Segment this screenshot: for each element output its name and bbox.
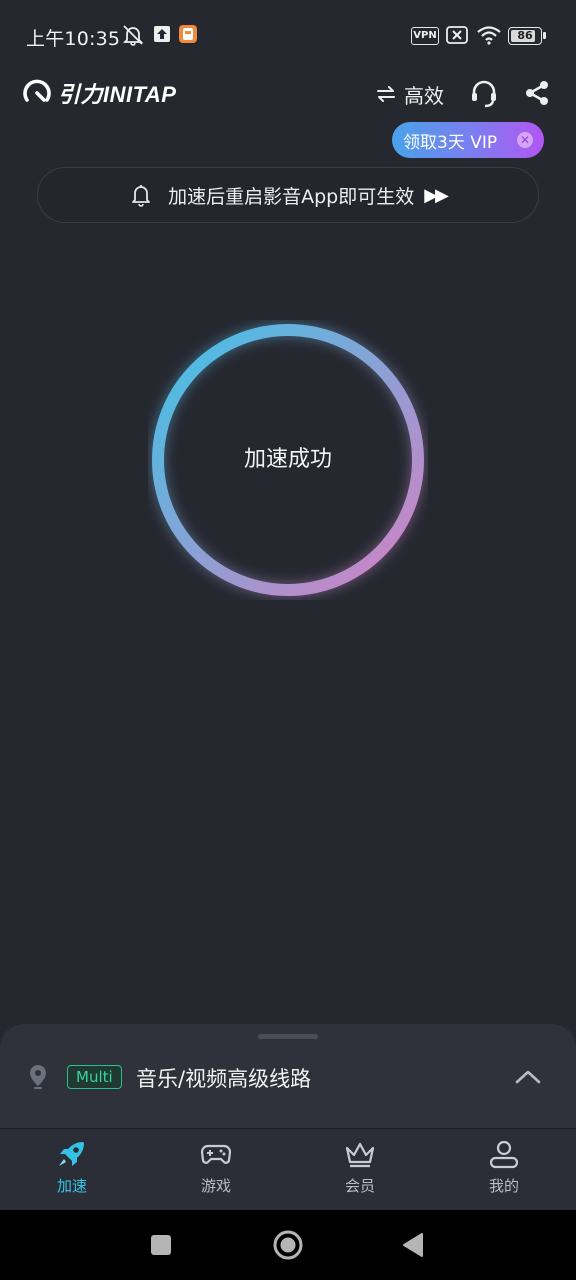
nav-item-games[interactable]: 游戏 bbox=[166, 1137, 266, 1207]
headset-icon bbox=[472, 80, 496, 108]
sheet-handle[interactable] bbox=[258, 1034, 318, 1039]
status-bar: 上午10:35 VPN 86 bbox=[0, 0, 576, 70]
home-circle-icon[interactable] bbox=[272, 1229, 304, 1265]
battery-tip bbox=[543, 32, 546, 39]
wifi-icon bbox=[476, 25, 502, 49]
share-icon bbox=[526, 81, 548, 105]
battery-indicator: 86 bbox=[508, 27, 542, 45]
notice-bar[interactable]: 加速后重启影音App即可生效 ▶▶ bbox=[37, 167, 539, 223]
mode-switch-button[interactable]: 高效 bbox=[376, 80, 444, 108]
nav-item-profile[interactable]: 我的 bbox=[454, 1137, 554, 1207]
crown-icon bbox=[345, 1142, 375, 1168]
swap-arrows-icon bbox=[377, 86, 395, 102]
nav-label-profile: 我的 bbox=[488, 1177, 519, 1195]
vpn-badge: VPN bbox=[411, 27, 439, 45]
nav-label-games: 游戏 bbox=[200, 1177, 231, 1195]
play-arrows-icon: ▶▶ bbox=[424, 184, 449, 206]
speedometer-logo-icon bbox=[23, 79, 51, 102]
share-button[interactable] bbox=[522, 78, 552, 112]
support-button[interactable] bbox=[468, 78, 500, 114]
notice-text: 加速后重启影音App即可生效 bbox=[168, 185, 415, 208]
acceleration-status-ring[interactable]: 加速成功 bbox=[148, 320, 428, 600]
multi-route-tag: Multi bbox=[67, 1065, 122, 1089]
acceleration-status-label: 加速成功 bbox=[243, 447, 332, 472]
route-name: 音乐/视频高级线路 bbox=[136, 1067, 312, 1091]
location-pin-icon bbox=[28, 1064, 48, 1094]
nav-label-membership: 会员 bbox=[344, 1177, 375, 1195]
route-sheet[interactable]: Multi 音乐/视频高级线路 bbox=[0, 1024, 576, 1128]
mute-bell-icon bbox=[121, 24, 145, 50]
app-notification-icon bbox=[178, 24, 198, 48]
user-icon bbox=[489, 1140, 519, 1169]
bottom-navigation: 加速 游戏 会员 我的 bbox=[0, 1128, 576, 1211]
chevron-up-icon[interactable] bbox=[514, 1068, 542, 1090]
battery-level: 86 bbox=[517, 29, 533, 42]
recents-square-icon[interactable] bbox=[150, 1234, 172, 1260]
vip-trial-label: 领取3天 VIP bbox=[403, 132, 498, 153]
no-sim-icon bbox=[446, 26, 468, 48]
system-navigation-bar bbox=[0, 1210, 576, 1280]
mode-label: 高效 bbox=[404, 83, 444, 108]
nav-item-accelerate[interactable]: 加速 bbox=[22, 1137, 122, 1207]
upload-icon bbox=[153, 24, 171, 48]
logo-text: 引力INITAP bbox=[58, 82, 177, 107]
app-header: 引力INITAP 高效 bbox=[0, 70, 576, 120]
back-triangle-icon[interactable] bbox=[401, 1232, 425, 1262]
close-icon[interactable]: ✕ bbox=[517, 132, 533, 148]
bell-icon bbox=[132, 185, 150, 207]
status-time: 上午10:35 bbox=[26, 28, 121, 50]
gamepad-icon bbox=[200, 1144, 232, 1164]
nav-item-membership[interactable]: 会员 bbox=[310, 1137, 410, 1207]
nav-label-accelerate: 加速 bbox=[56, 1177, 87, 1195]
app-logo: 引力INITAP bbox=[22, 78, 176, 108]
vip-trial-banner[interactable]: 领取3天 VIP ✕ bbox=[392, 122, 544, 158]
rocket-icon bbox=[59, 1142, 84, 1166]
